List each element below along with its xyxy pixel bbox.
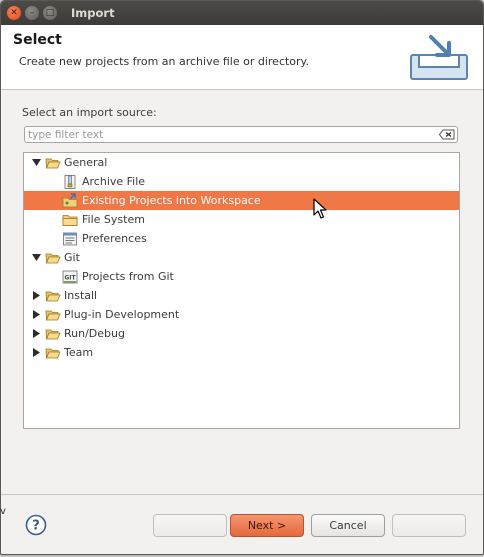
wizard-header: Select Create new projects from an archi… [1,25,483,90]
git-icon: GIT [62,269,78,285]
folder-open-icon [45,288,61,304]
tree-item-general[interactable]: General [24,153,459,172]
finish-button[interactable] [392,514,466,537]
tree-item-label: Run/Debug [64,327,125,340]
help-icon[interactable]: ? [25,514,47,536]
tree-item-label: Plug-in Development [64,308,180,321]
tree-item-team[interactable]: Team [24,343,459,362]
collapsed-arrow-icon[interactable] [30,347,42,359]
next-button[interactable]: Next > [230,514,304,537]
tree-item-label: Install [64,289,98,302]
folder-open-icon [45,250,61,266]
tree-item-file-system[interactable]: File System [24,210,459,229]
minimize-icon: – [29,7,35,18]
tree-item-label: Preferences [82,232,147,245]
maximize-icon: □ [45,7,55,18]
window-title: Import [71,6,115,20]
preferences-icon [62,231,78,247]
tree-item-install[interactable]: Install [24,286,459,305]
expanded-arrow-icon[interactable] [30,157,42,169]
import-source-tree: General Archive File Existing Projects int… [23,152,460,429]
title-bar: ✕ – □ Import [1,1,483,25]
tree-item-run-debug[interactable]: Run/Debug [24,324,459,343]
page-description: Create new projects from an archive file… [19,55,309,68]
cancel-button[interactable]: Cancel [311,514,385,537]
folder-open-icon [45,155,61,171]
import-source-label: Select an import source: [22,106,157,119]
back-button[interactable] [153,514,227,537]
mouse-cursor-icon [313,198,327,219]
collapsed-arrow-icon[interactable] [30,328,42,340]
collapsed-arrow-icon[interactable] [30,290,42,302]
footer-divider [1,494,483,495]
svg-text:?: ? [32,519,40,534]
close-window-button[interactable]: ✕ [7,6,21,20]
folder-open-icon [45,326,61,342]
tree-item-archive-file[interactable]: Archive File [24,172,459,191]
tree-item-label: File System [82,213,145,226]
tree-item-plug-in-development[interactable]: Plug-in Development [24,305,459,324]
archive-icon [62,174,78,190]
folder-open-icon [45,307,61,323]
tree-item-label: General [64,156,108,169]
svg-text:GIT: GIT [64,274,76,281]
tree-item-preferences[interactable]: Preferences [24,229,459,248]
tree-item-projects-from-git[interactable]: GIT Projects from Git [24,267,459,286]
tree-item-git[interactable]: Git [24,248,459,267]
page-title: Select [13,32,62,48]
tree-item-label: Existing Projects into Workspace [82,194,261,207]
collapsed-arrow-icon[interactable] [30,309,42,321]
folder-icon [62,212,78,228]
folder-open-icon [45,345,61,361]
filter-input[interactable] [28,128,428,141]
tree-item-label: Git [64,251,80,264]
filter-field[interactable] [24,126,458,143]
background-edge-text: v [0,506,6,517]
expanded-arrow-icon[interactable] [30,252,42,264]
maximize-window-button[interactable]: □ [43,6,57,20]
clear-filter-icon[interactable] [439,129,455,140]
tree-item-label: Projects from Git [82,270,174,283]
close-icon: ✕ [10,7,18,18]
tree-item-label: Team [64,346,94,359]
project-icon [62,192,78,209]
tree-item-existing-projects-into-workspace[interactable]: Existing Projects into Workspace [24,191,459,210]
tree-item-label: Archive File [82,175,146,188]
import-wizard-icon [410,35,468,80]
minimize-window-button[interactable]: – [25,6,39,20]
